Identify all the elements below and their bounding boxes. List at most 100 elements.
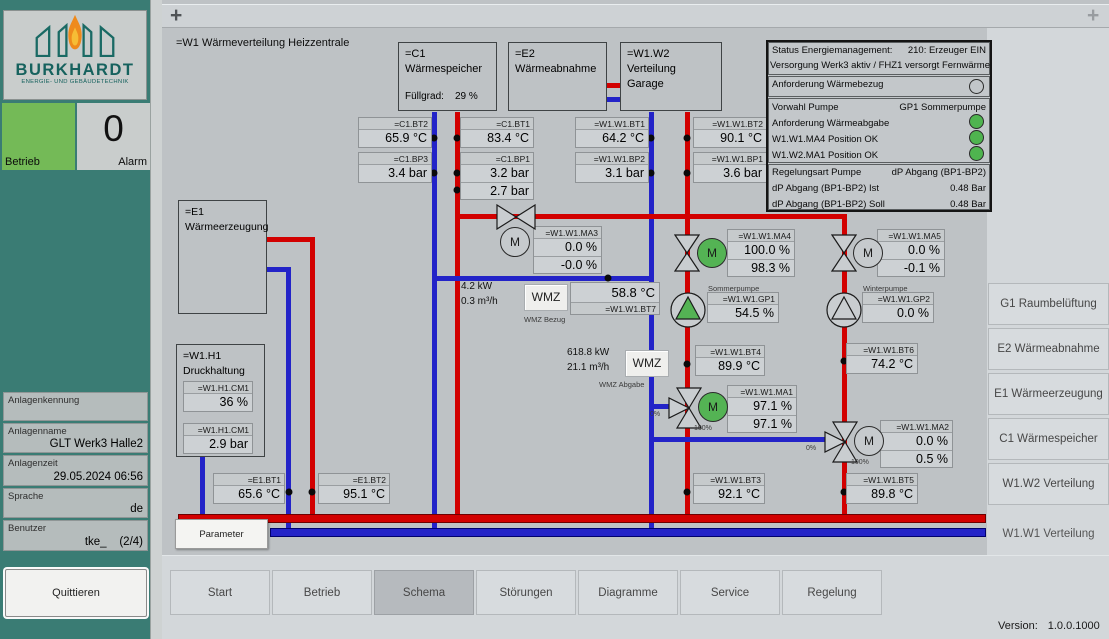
pipe-supply-e1-h [267,237,315,242]
tab-start[interactable]: Start [170,570,270,615]
sensor-value: 83.4 °C [461,130,533,147]
fill-level-value: 29 % [455,89,478,104]
return-bus [270,528,986,537]
nav-e2-waermeabnahme[interactable]: E2 Wärmeabnahme [988,328,1109,370]
plant-box-name: Druckhaltung [183,364,258,379]
parameter-button[interactable]: Parameter [175,519,268,549]
motor-ma5-icon: M [853,238,883,268]
pipe-junction-dot [684,170,691,177]
status-row-waermebezug: Anforderung Wärmebezug [768,76,990,97]
status-value: 0.48 Bar [950,198,986,212]
field-value: tke_ (2/4) [85,536,143,548]
sensor-bt3: =W1.W1.BT3 92.1 °C [693,473,765,504]
pipe-supply-e1-v [310,237,315,523]
pipe-junction-dot [309,489,316,496]
sidebar: BURKHARDT ENERGIE- UND GEBÄUDETECHNIK Be… [0,0,150,639]
brand-tagline: ENERGIE- UND GEBÄUDETECHNIK [4,79,146,85]
field-sprache[interactable]: Sprache de [3,488,148,518]
tab-schema[interactable]: Schema [374,570,474,615]
wmz-bezug-button[interactable]: WMZ [524,284,568,311]
sensor-value: 100.0 % [728,242,794,259]
ma1-position-led [969,146,984,161]
sensor-value2: -0.1 % [878,259,944,276]
wmz-abgabe-flow: 21.1 m³/h [567,361,609,375]
hmi-screen: BURKHARDT ENERGIE- UND GEBÄUDETECHNIK Be… [0,0,1109,639]
tab-stoerungen[interactable]: Störungen [476,570,576,615]
field-value: GLT Werk3 Halle2 [50,438,143,450]
status-label: Anforderung Wärmebezug [772,78,883,92]
tab-service[interactable]: Service [680,570,780,615]
plant-box-e2: =E2 Wärmeabnahme [508,42,607,111]
status-row-energiemanagement: Status Energiemanagement: 210: Erzeuger … [768,42,990,75]
sensor-bt5: =W1.W1.BT5 89.8 °C [846,473,918,504]
sensor-tag: =C1.BT2 [359,118,431,130]
sensor-value2: -0.0 % [534,256,601,273]
sensor-tag: =W1.W1.BT4 [696,346,764,358]
sensor-w1bp2: =W1.W1.BP2 3.1 bar [575,152,649,183]
nav-e1-waermeerzeugung[interactable]: E1 Wärmeerzeugung [988,373,1109,415]
sensor-value2: 0.5 % [881,450,952,467]
sensor-h1cm1-pressure: =W1.H1.CM1 2.9 bar [183,423,253,454]
add-view-icon[interactable]: + [170,5,182,26]
tab-betrieb[interactable]: Betrieb [272,570,372,615]
motor-ma2-icon: M [854,426,884,456]
field-value: de [130,503,143,515]
pipe-return-ma2 [652,437,827,442]
sensor-tag: =E1.BT1 [214,474,284,486]
sensor-value: 74.2 °C [847,356,917,373]
pipe-junction-dot [684,361,691,368]
sensor-value: 0.0 % [534,239,601,256]
sensor-tag: =W1.W1.BT2 [694,118,766,130]
motor-ma1-icon: M [698,392,728,422]
sensor-value: 95.1 °C [319,486,389,503]
sensor-tag: =W1.W1.GP2 [863,293,933,305]
status-label: dP Abgang (BP1-BP2) Soll [772,198,885,212]
sensor-value: 36 % [184,394,252,411]
betrieb-label: Betrieb [5,156,40,168]
field-anlagenname: Anlagenname GLT Werk3 Halle2 [3,423,148,453]
sensor-value: 58.8 °C [571,283,659,302]
field-label: Anlagenname [4,424,147,437]
status-row-pumpen: Vorwahl Pumpe GP1 Sommerpumpe Anforderun… [768,98,990,163]
sensor-tag: =W1.W1.MA1 [728,386,796,398]
sensor-bt7: 58.8 °C =W1.W1.BT7 [570,282,660,315]
sensor-value: 90.1 °C [694,130,766,147]
wmz-abgabe-button[interactable]: WMZ [625,350,669,377]
nav-c1-waermespeicher[interactable]: C1 Wärmespeicher [988,418,1109,460]
wmz-bezug-flow: 0.3 m³/h [461,295,498,309]
sidebar-divider [150,0,162,639]
waermebezug-led [969,79,984,94]
sensor-c1bt2: =C1.BT2 65.9 °C [358,117,432,148]
sensor-c1bt1: =C1.BT1 83.4 °C [460,117,534,148]
sensor-c1bp1: =C1.BP1 3.2 bar 2.7 bar [460,152,534,200]
gp2-caption: Winterpumpe [863,284,908,293]
status-label: W1.W1.MA4 Position OK [769,132,989,148]
pipe-return-e2-link [607,97,620,102]
sensor-value: 3.6 bar [694,165,766,182]
pump-gp1-icon [669,291,707,329]
field-label: Anlagenkennung [4,393,147,406]
sensor-tag: =W1.W1.BT6 [847,344,917,356]
supply-bus [178,514,986,523]
sensor-w1bt2: =W1.W1.BT2 90.1 °C [693,117,767,148]
ma1-port-left-label: 0% [650,411,660,418]
sensor-tag: =W1.W1.MA4 [728,230,794,242]
sensor-value: 97.1 % [728,398,796,415]
field-anlagenzeit: Anlagenzeit 29.05.2024 06:56 [3,455,148,486]
tab-regelung[interactable]: Regelung [782,570,882,615]
tab-diagramme[interactable]: Diagramme [578,570,678,615]
acknowledge-button[interactable]: Quittieren [5,569,147,617]
add-view-icon-right[interactable]: + [1087,5,1099,26]
fill-level-label: Füllgrad: [405,89,444,104]
sensor-tag: =W1.W1.BT7 [571,302,659,314]
plant-box-name: Verteilung [627,62,715,77]
version-label: Version: [998,620,1038,632]
field-benutzer[interactable]: Benutzer tke_ (2/4) [3,520,148,551]
nav-g1-raumbelueftung[interactable]: G1 Raumbelüftung [988,283,1109,325]
nav-w1w1-verteilung[interactable]: W1.W1 Verteilung [988,512,1109,555]
nav-w1w2-verteilung[interactable]: W1.W2 Verteilung [988,463,1109,505]
pipe-junction-dot [286,489,293,496]
field-value: 29.05.2024 06:56 [53,471,143,483]
ma4-position-led [969,130,984,145]
sensor-value: 54.5 % [708,305,778,322]
